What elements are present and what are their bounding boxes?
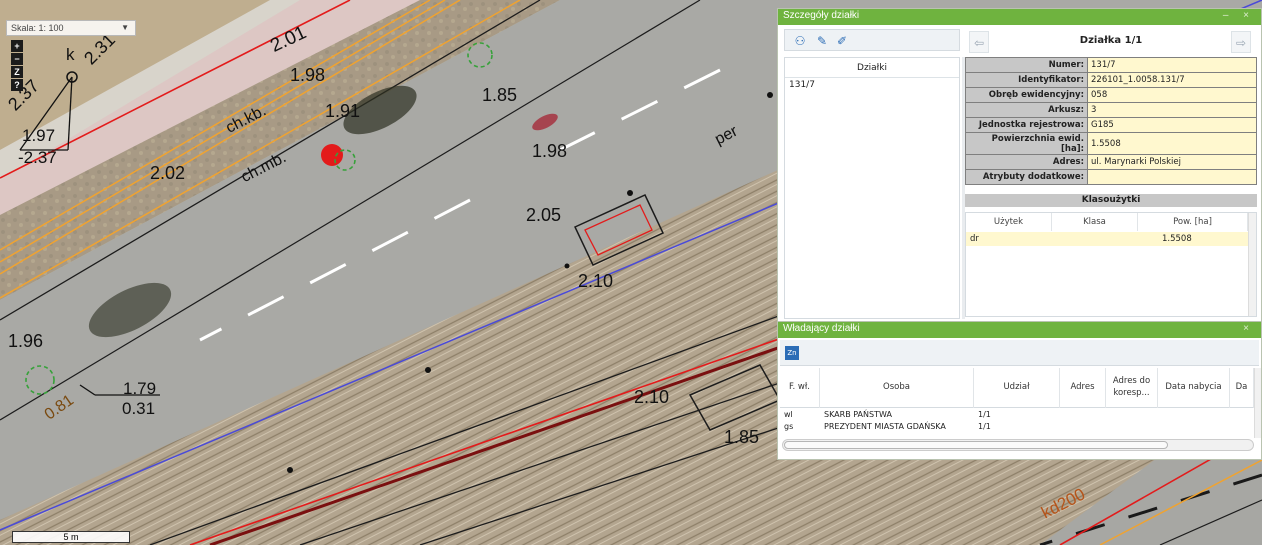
table-row: Adres: ul. Marynarki Polskiej bbox=[965, 154, 1257, 170]
elevation-label: -2.37 bbox=[18, 148, 57, 167]
zoom-extent-button[interactable]: Z bbox=[11, 66, 23, 78]
parcel-details-titlebar[interactable]: Szczegóły działki – × bbox=[778, 9, 1261, 25]
elevation-label: 1.91 bbox=[325, 101, 361, 121]
attribute-key: Identyfikator: bbox=[965, 72, 1088, 88]
table-row: Arkusz: 3 bbox=[965, 102, 1257, 118]
chevron-down-icon: ▼ bbox=[121, 23, 129, 32]
elevation-label: 1.98 bbox=[532, 141, 568, 161]
attribute-key: Numer: bbox=[965, 57, 1088, 73]
table-row: Jednostka rejestrowa: G185 bbox=[965, 117, 1257, 133]
table-row: Numer: 131/7 bbox=[965, 57, 1257, 73]
parcel-attributes-table: Numer: 131/7 Identyfikator: 226101_1.0058.… bbox=[965, 57, 1257, 185]
table-row[interactable]: wl SKARB PAŃSTWA 1/1 bbox=[780, 409, 1254, 420]
close-icon[interactable]: × bbox=[1243, 323, 1255, 334]
point-code-label: k bbox=[66, 45, 75, 64]
elevation-label: 1.97 bbox=[22, 126, 56, 145]
scrollbar-thumb[interactable] bbox=[784, 441, 1168, 449]
column-header[interactable]: Pow. [ha] bbox=[1138, 213, 1248, 231]
table-row[interactable]: gs PREZYDENT MIASTA GDAŃSKA 1/1 bbox=[780, 421, 1254, 432]
scale-select[interactable]: Skala: 1: 100 ▼ bbox=[6, 20, 136, 36]
table-cell: PREZYDENT MIASTA GDAŃSKA bbox=[824, 422, 946, 431]
elevation-label: 2.10 bbox=[578, 271, 614, 291]
attribute-key: Obręb ewidencyjny: bbox=[965, 87, 1088, 103]
elevation-label: 2.10 bbox=[634, 387, 670, 407]
application-root: 2.01 1.98 1.91 1.85 1.98 2.37 k 2.31 1.9… bbox=[0, 0, 1262, 545]
users-icon[interactable]: ⚇ bbox=[793, 34, 807, 48]
attribute-value: G185 bbox=[1087, 117, 1257, 133]
panel-title: Władający działki bbox=[783, 323, 860, 334]
vertical-scrollbar[interactable] bbox=[1248, 213, 1256, 316]
attribute-key: Adres: bbox=[965, 154, 1088, 170]
parcel-navigator: ⇦ Działka 1/1 ⇨ bbox=[965, 29, 1257, 55]
elevation-label: 1.79 bbox=[123, 379, 157, 398]
table-row: Obręb ewidencyjny: 058 bbox=[965, 87, 1257, 103]
parcel-details-panel: Szczegóły działki – × ⚇ ✎ ✐ Działki 131/… bbox=[777, 8, 1262, 324]
parcels-list: Działki 131/7 bbox=[784, 57, 960, 319]
attribute-value: 3 bbox=[1087, 102, 1257, 118]
zoom-in-button[interactable]: + bbox=[11, 40, 23, 52]
owners-table-header: F. wł. Osoba Udział Adres Adres do kores… bbox=[780, 368, 1254, 408]
owners-titlebar[interactable]: Władający działki × bbox=[778, 322, 1261, 338]
owners-panel: Władający działki × Zn F. wł. Osoba Udzi… bbox=[777, 321, 1262, 460]
column-header[interactable]: Klasa bbox=[1052, 213, 1138, 231]
attribute-key: Atrybuty dodatkowe: bbox=[965, 169, 1088, 185]
elevation-label: 1.85 bbox=[724, 427, 760, 447]
scale-select-value: Skala: 1: 100 bbox=[11, 23, 64, 33]
attribute-value: ul. Marynarki Polskiej bbox=[1087, 154, 1257, 170]
table-row: Atrybuty dodatkowe: bbox=[965, 169, 1257, 185]
klasouzytki-table: Użytek Klasa Pow. [ha] dr 1.5508 bbox=[965, 212, 1257, 317]
table-row[interactable]: dr 1.5508 bbox=[966, 232, 1248, 246]
parcels-list-header: Działki bbox=[785, 58, 959, 78]
klasouzytki-heading: Klasoużytki bbox=[965, 194, 1257, 207]
list-item[interactable]: 131/7 bbox=[785, 78, 959, 92]
attribute-value: 131/7 bbox=[1087, 57, 1257, 73]
vertical-scrollbar[interactable] bbox=[1254, 368, 1261, 438]
panel-title: Szczegóły działki bbox=[783, 10, 860, 21]
scale-bar: 5 m bbox=[12, 531, 130, 543]
column-header[interactable]: Osoba bbox=[820, 368, 974, 408]
table-row: Powierzchnia ewid. [ha]: 1.5508 bbox=[965, 132, 1257, 155]
zn-icon[interactable]: Zn bbox=[785, 346, 799, 360]
table-cell: 1/1 bbox=[978, 422, 991, 431]
column-header[interactable]: Użytek bbox=[966, 213, 1052, 231]
help-button[interactable]: ? bbox=[11, 79, 23, 91]
table-row: Identyfikator: 226101_1.0058.131/7 bbox=[965, 72, 1257, 88]
next-arrow-icon[interactable]: ⇨ bbox=[1231, 31, 1251, 53]
previous-arrow-icon[interactable]: ⇦ bbox=[969, 31, 989, 53]
attribute-key: Arkusz: bbox=[965, 102, 1088, 118]
pencil-icon[interactable]: ✐ bbox=[835, 34, 849, 48]
table-cell: wl bbox=[784, 410, 793, 419]
table-cell: 1.5508 bbox=[1162, 234, 1192, 244]
elevation-label: 2.05 bbox=[526, 205, 562, 225]
elevation-label: 1.96 bbox=[8, 331, 44, 351]
column-header[interactable]: Udział bbox=[974, 368, 1060, 408]
window-controls[interactable]: – × bbox=[1223, 10, 1255, 21]
attribute-value bbox=[1087, 169, 1257, 185]
column-header[interactable]: Adres do koresp... bbox=[1106, 368, 1158, 408]
elevation-label: 1.98 bbox=[290, 65, 326, 85]
attribute-value: 1.5508 bbox=[1087, 132, 1257, 155]
elevation-label: 1.85 bbox=[482, 85, 518, 105]
owners-toolbar: Zn bbox=[780, 340, 1259, 366]
table-cell: SKARB PAŃSTWA bbox=[824, 410, 892, 419]
column-header[interactable]: Data nabycia bbox=[1158, 368, 1230, 408]
attribute-value: 226101_1.0058.131/7 bbox=[1087, 72, 1257, 88]
attribute-key: Powierzchnia ewid. [ha]: bbox=[965, 132, 1088, 155]
column-header[interactable]: F. wł. bbox=[780, 368, 820, 408]
parcel-nav-title: Działka 1/1 bbox=[1079, 35, 1143, 46]
attribute-value: 058 bbox=[1087, 87, 1257, 103]
column-header[interactable]: Da bbox=[1230, 368, 1254, 408]
table-cell: gs bbox=[784, 422, 794, 431]
attribute-key: Jednostka rejestrowa: bbox=[965, 117, 1088, 133]
edit-icon[interactable]: ✎ bbox=[815, 34, 829, 48]
zoom-out-button[interactable]: − bbox=[11, 53, 23, 65]
elevation-label: 0.31 bbox=[122, 399, 156, 418]
horizontal-scrollbar[interactable] bbox=[782, 439, 1254, 451]
table-cell: dr bbox=[970, 234, 979, 244]
table-cell: 1/1 bbox=[978, 410, 991, 419]
parcel-toolbar: ⚇ ✎ ✐ bbox=[784, 29, 960, 51]
elevation-label: 2.02 bbox=[150, 163, 186, 183]
column-header[interactable]: Adres bbox=[1060, 368, 1106, 408]
